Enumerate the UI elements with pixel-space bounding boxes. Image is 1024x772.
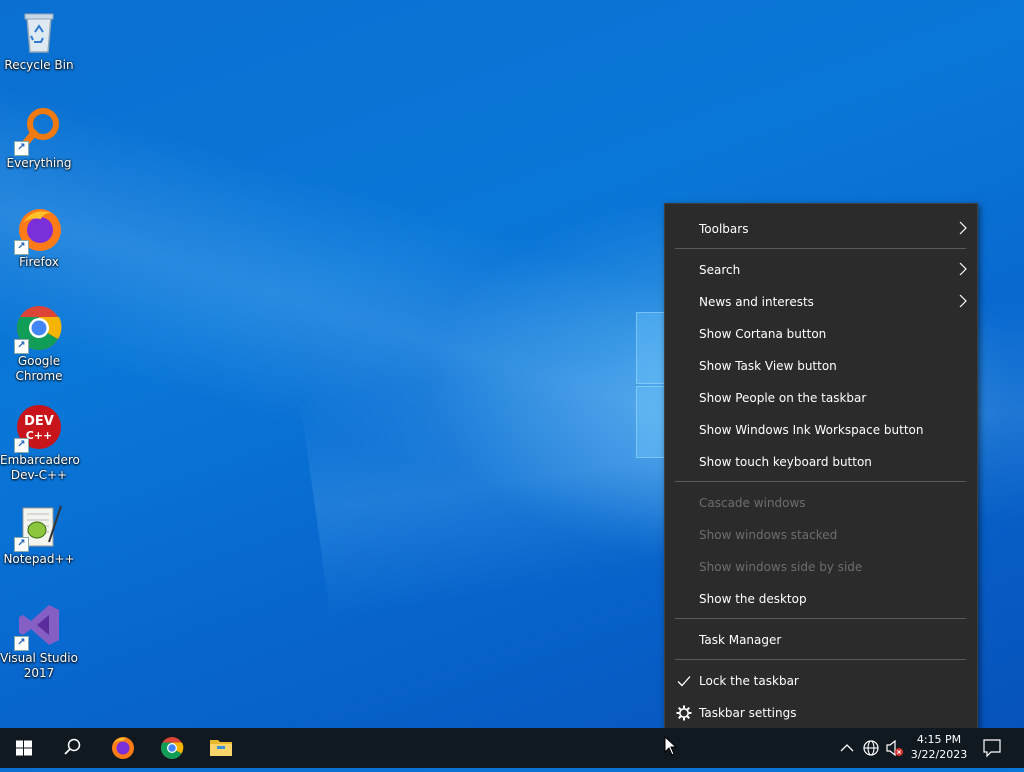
start-icon bbox=[16, 740, 32, 756]
menu-item-label: Lock the taskbar bbox=[699, 674, 799, 688]
clock-time: 4:15 PM bbox=[916, 733, 962, 746]
taskbar-firefox-button[interactable] bbox=[98, 728, 146, 768]
menu-item-label: Show windows side by side bbox=[699, 560, 863, 574]
notification-icon bbox=[983, 739, 1001, 758]
gear-icon bbox=[676, 705, 692, 721]
desktop-icon-label: Embarcadero Dev-C++ bbox=[0, 453, 80, 482]
taskbar-chrome-button[interactable] bbox=[148, 728, 196, 768]
firefox-icon: ↗ bbox=[14, 205, 63, 255]
devcpp-icon: DEV C++ ↗ bbox=[14, 403, 63, 453]
menu-separator bbox=[675, 248, 966, 249]
menu-item-toolbars[interactable]: Toolbars bbox=[665, 213, 977, 245]
mouse-cursor-icon bbox=[664, 736, 678, 756]
visual-studio-icon: ↗ bbox=[14, 601, 63, 651]
taskbar-search-button[interactable] bbox=[48, 728, 96, 768]
show-hidden-icons-button[interactable] bbox=[836, 728, 858, 768]
menu-item-label: Show Task View button bbox=[699, 359, 837, 373]
devcpp-logo-text: DEV bbox=[24, 414, 54, 429]
devcpp-logo-text: C++ bbox=[26, 429, 53, 442]
file-explorer-icon bbox=[210, 740, 232, 756]
menu-item-label: Show People on the taskbar bbox=[699, 391, 867, 405]
menu-item-label: Show Windows Ink Workspace button bbox=[699, 423, 924, 437]
desktop-icon-label: Google Chrome bbox=[15, 354, 63, 383]
menu-item-show-windows-side-by-side: Show windows side by side bbox=[665, 551, 977, 583]
chevron-right-icon bbox=[959, 221, 967, 235]
chevron-up-icon bbox=[840, 744, 854, 752]
desktop-icon-firefox[interactable]: ↗ Firefox bbox=[0, 205, 78, 270]
desktop-icon-visual-studio[interactable]: ↗ Visual Studio 2017 bbox=[0, 601, 78, 681]
menu-item-label: Show windows stacked bbox=[699, 528, 838, 542]
taskbar[interactable]: 4:15 PM 3/22/2023 bbox=[0, 728, 1024, 768]
menu-item-label: Cascade windows bbox=[699, 496, 806, 510]
menu-separator bbox=[675, 481, 966, 482]
desktop-icon-everything[interactable]: ↗ Everything bbox=[0, 106, 78, 171]
desktop-icon-label: Visual Studio 2017 bbox=[0, 651, 78, 680]
menu-item-label: Search bbox=[699, 263, 741, 277]
checkmark-icon bbox=[677, 676, 691, 687]
firefox-icon bbox=[112, 737, 134, 759]
windows-logo-pane bbox=[636, 312, 666, 384]
menu-item-show-task-view-button[interactable]: Show Task View button bbox=[665, 350, 977, 382]
menu-item-show-windows-stacked: Show windows stacked bbox=[665, 519, 977, 551]
shortcut-arrow-icon: ↗ bbox=[14, 141, 29, 156]
menu-item-task-manager[interactable]: Task Manager bbox=[665, 624, 977, 656]
menu-item-label: Task Manager bbox=[699, 633, 782, 647]
action-center-button[interactable] bbox=[978, 728, 1006, 768]
chrome-icon: ↗ bbox=[14, 304, 63, 354]
desktop-icon-label: Firefox bbox=[19, 255, 59, 269]
desktop-icon-label: Recycle Bin bbox=[4, 58, 74, 72]
shortcut-arrow-icon: ↗ bbox=[14, 636, 29, 651]
menu-item-show-touch-keyboard[interactable]: Show touch keyboard button bbox=[665, 446, 977, 478]
desktop-icon-recycle-bin[interactable]: Recycle Bin bbox=[0, 8, 78, 73]
notepadpp-icon: ↗ bbox=[14, 502, 63, 552]
start-button[interactable] bbox=[0, 728, 48, 768]
shortcut-arrow-icon: ↗ bbox=[14, 240, 29, 255]
menu-item-label: Show Cortana button bbox=[699, 327, 827, 341]
menu-item-show-people[interactable]: Show People on the taskbar bbox=[665, 382, 977, 414]
network-globe-icon bbox=[863, 740, 879, 756]
desktop-icon-label: Everything bbox=[6, 156, 72, 170]
menu-item-show-the-desktop[interactable]: Show the desktop bbox=[665, 583, 977, 615]
recycle-bin-icon bbox=[15, 8, 63, 56]
menu-item-label: Toolbars bbox=[699, 222, 749, 236]
windows-logo-pane bbox=[636, 386, 666, 458]
desktop-icon-label: Notepad++ bbox=[3, 552, 75, 566]
menu-item-label: Taskbar settings bbox=[699, 706, 797, 720]
chevron-right-icon bbox=[959, 262, 967, 276]
chrome-icon bbox=[161, 737, 184, 759]
shortcut-arrow-icon: ↗ bbox=[14, 438, 29, 453]
chevron-right-icon bbox=[959, 294, 967, 308]
search-icon bbox=[64, 738, 81, 755]
taskbar-clock[interactable]: 4:15 PM 3/22/2023 bbox=[906, 728, 972, 768]
menu-separator bbox=[675, 618, 966, 619]
menu-item-lock-the-taskbar[interactable]: Lock the taskbar bbox=[665, 665, 977, 697]
taskbar-file-explorer-button[interactable] bbox=[197, 728, 245, 768]
shortcut-arrow-icon: ↗ bbox=[14, 339, 29, 354]
clock-date: 3/22/2023 bbox=[910, 748, 968, 761]
menu-item-search[interactable]: Search bbox=[665, 254, 977, 286]
volume-muted-icon bbox=[886, 739, 903, 757]
menu-item-cascade-windows: Cascade windows bbox=[665, 487, 977, 519]
desktop-icon-notepadpp[interactable]: ↗ Notepad++ bbox=[0, 502, 78, 567]
menu-item-label: News and interests bbox=[699, 295, 814, 309]
shortcut-arrow-icon: ↗ bbox=[14, 537, 29, 552]
menu-separator bbox=[675, 659, 966, 660]
network-button[interactable] bbox=[860, 728, 882, 768]
menu-item-label: Show touch keyboard button bbox=[699, 455, 872, 469]
everything-search-icon: ↗ bbox=[14, 106, 63, 156]
menu-item-taskbar-settings[interactable]: Taskbar settings bbox=[665, 697, 977, 729]
menu-item-news-and-interests[interactable]: News and interests bbox=[665, 286, 977, 318]
menu-item-label: Show the desktop bbox=[699, 592, 807, 606]
desktop-icon-chrome[interactable]: ↗ Google Chrome bbox=[0, 304, 78, 384]
menu-item-show-windows-ink[interactable]: Show Windows Ink Workspace button bbox=[665, 414, 977, 446]
taskbar-context-menu: Toolbars Search News and interests Show … bbox=[664, 203, 978, 737]
menu-item-show-cortana-button[interactable]: Show Cortana button bbox=[665, 318, 977, 350]
volume-button[interactable] bbox=[884, 728, 906, 768]
desktop-icon-devcpp[interactable]: DEV C++ ↗ Embarcadero Dev-C++ bbox=[0, 403, 80, 483]
